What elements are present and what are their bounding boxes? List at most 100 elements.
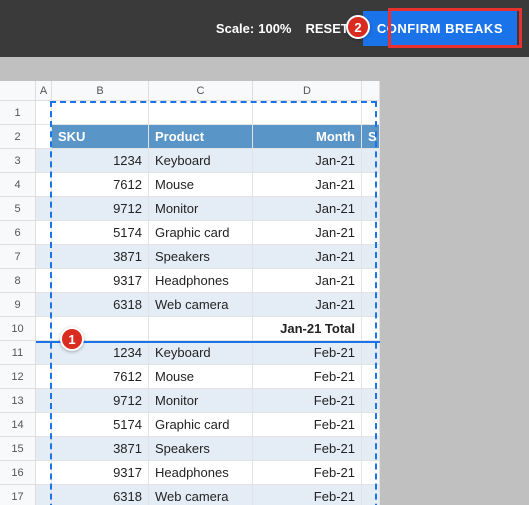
cell[interactable]	[362, 413, 380, 437]
row-header[interactable]: 9	[0, 293, 36, 317]
row-header[interactable]: 11	[0, 341, 36, 365]
cell-month[interactable]: Feb-21	[253, 485, 362, 505]
cell-product[interactable]: Graphic card	[149, 413, 253, 437]
col-header-D[interactable]: D	[253, 81, 362, 101]
cell[interactable]	[36, 341, 52, 365]
cell-sku[interactable]: SKU	[52, 125, 149, 149]
cell-product[interactable]: Graphic card	[149, 221, 253, 245]
cell-month[interactable]: Jan-21	[253, 197, 362, 221]
cell-sku[interactable]: 3871	[52, 245, 149, 269]
cell[interactable]	[36, 269, 52, 293]
cell[interactable]	[36, 197, 52, 221]
cell-month[interactable]: Feb-21	[253, 341, 362, 365]
cell[interactable]	[362, 485, 380, 505]
cell[interactable]	[36, 293, 52, 317]
cell-sku[interactable]: 3871	[52, 437, 149, 461]
cell[interactable]	[36, 221, 52, 245]
spreadsheet-viewport[interactable]: A B C D 12SKUProductMonthS31234KeyboardJ…	[0, 81, 380, 505]
cell-month[interactable]: Jan-21	[253, 221, 362, 245]
col-header-E[interactable]	[362, 81, 380, 101]
cell[interactable]	[36, 365, 52, 389]
cell-product[interactable]: Keyboard	[149, 149, 253, 173]
cell-product[interactable]: Speakers	[149, 437, 253, 461]
reset-button[interactable]: RESET	[305, 21, 348, 36]
scale-control[interactable]: Scale: 100%	[216, 21, 292, 36]
select-all-corner[interactable]	[0, 81, 36, 101]
cell[interactable]	[36, 149, 52, 173]
cell-sku[interactable]: 9317	[52, 461, 149, 485]
row-header[interactable]: 1	[0, 101, 36, 125]
cell[interactable]	[36, 485, 52, 505]
cell-sku[interactable]: 9317	[52, 269, 149, 293]
col-header-B[interactable]: B	[52, 81, 149, 101]
row-header[interactable]: 17	[0, 485, 36, 505]
row-header[interactable]: 3	[0, 149, 36, 173]
cell-month[interactable]: Jan-21 Total	[253, 317, 362, 341]
cell[interactable]	[36, 413, 52, 437]
cell[interactable]	[362, 221, 380, 245]
row-header[interactable]: 16	[0, 461, 36, 485]
cell-sku[interactable]: 7612	[52, 173, 149, 197]
col-header-A[interactable]: A	[36, 81, 52, 101]
cell[interactable]: S	[362, 125, 380, 149]
row-header[interactable]: 7	[0, 245, 36, 269]
cell-month[interactable]	[253, 101, 362, 125]
cell[interactable]	[362, 197, 380, 221]
cell[interactable]	[36, 125, 52, 149]
cell[interactable]	[362, 101, 380, 125]
cell[interactable]	[362, 293, 380, 317]
row-header[interactable]: 6	[0, 221, 36, 245]
cell[interactable]	[362, 461, 380, 485]
row-header[interactable]: 12	[0, 365, 36, 389]
cell[interactable]	[362, 269, 380, 293]
cell[interactable]	[36, 317, 52, 341]
confirm-breaks-button[interactable]: CONFIRM BREAKS	[363, 11, 517, 46]
row-header[interactable]: 15	[0, 437, 36, 461]
cell[interactable]	[36, 173, 52, 197]
cell-product[interactable]	[149, 101, 253, 125]
row-header[interactable]: 10	[0, 317, 36, 341]
cell-product[interactable]: Monitor	[149, 389, 253, 413]
cell[interactable]	[36, 461, 52, 485]
cell[interactable]	[362, 149, 380, 173]
cell-product[interactable]: Mouse	[149, 365, 253, 389]
cell-sku[interactable]: 6318	[52, 293, 149, 317]
cell[interactable]	[362, 365, 380, 389]
cell[interactable]	[36, 437, 52, 461]
cell-month[interactable]: Jan-21	[253, 245, 362, 269]
cell-month[interactable]: Jan-21	[253, 293, 362, 317]
cell-sku[interactable]: 5174	[52, 221, 149, 245]
cell-sku[interactable]: 9712	[52, 389, 149, 413]
cell-product[interactable]: Web camera	[149, 293, 253, 317]
col-header-C[interactable]: C	[149, 81, 253, 101]
cell-month[interactable]: Feb-21	[253, 437, 362, 461]
cell[interactable]	[362, 437, 380, 461]
cell[interactable]	[362, 245, 380, 269]
cell-product[interactable]: Mouse	[149, 173, 253, 197]
cell-product[interactable]: Monitor	[149, 197, 253, 221]
cell[interactable]	[36, 389, 52, 413]
row-header[interactable]: 13	[0, 389, 36, 413]
cell-product[interactable]: Headphones	[149, 461, 253, 485]
cell-month[interactable]: Feb-21	[253, 389, 362, 413]
cell-product[interactable]: Speakers	[149, 245, 253, 269]
cell-sku[interactable]: 5174	[52, 413, 149, 437]
cell-month[interactable]: Feb-21	[253, 413, 362, 437]
cell-month[interactable]: Jan-21	[253, 269, 362, 293]
cell-sku[interactable]: 9712	[52, 197, 149, 221]
cell-month[interactable]: Month	[253, 125, 362, 149]
cell-month[interactable]: Jan-21	[253, 149, 362, 173]
row-header[interactable]: 2	[0, 125, 36, 149]
cell[interactable]	[362, 389, 380, 413]
cell-sku[interactable]	[52, 317, 149, 341]
cell-sku[interactable]: 7612	[52, 365, 149, 389]
row-header[interactable]: 4	[0, 173, 36, 197]
cell-product[interactable]: Headphones	[149, 269, 253, 293]
cell-sku[interactable]: 1234	[52, 341, 149, 365]
row-header[interactable]: 8	[0, 269, 36, 293]
cell-sku[interactable]: 6318	[52, 485, 149, 505]
cell[interactable]	[362, 173, 380, 197]
row-header[interactable]: 5	[0, 197, 36, 221]
cell-product[interactable]: Web camera	[149, 485, 253, 505]
row-header[interactable]: 14	[0, 413, 36, 437]
